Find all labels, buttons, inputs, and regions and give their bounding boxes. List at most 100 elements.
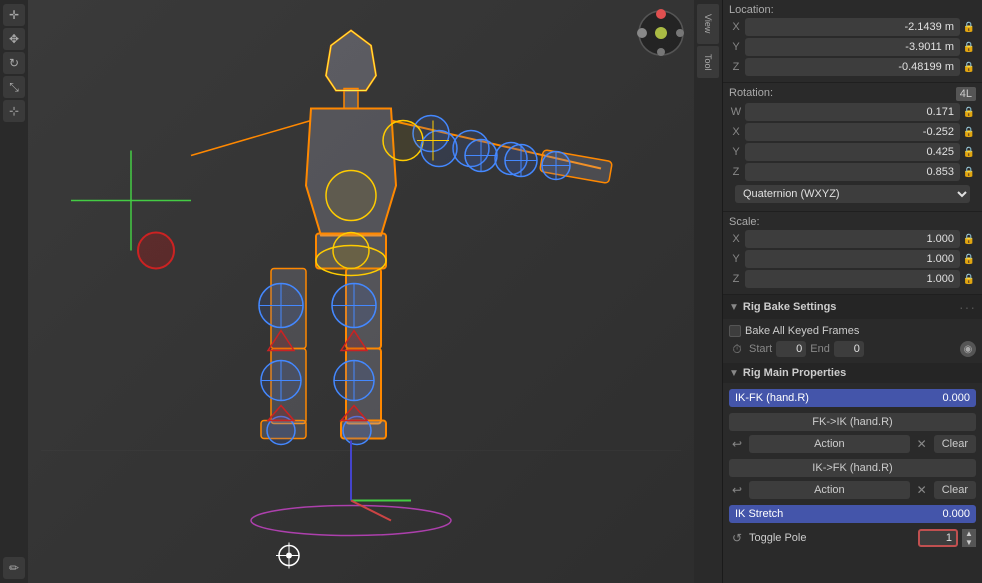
view-btn[interactable]: View bbox=[697, 4, 719, 44]
properties-panel: Location: X 🔒 Y 🔒 Z 🔒 Rotation: 4L bbox=[722, 0, 982, 583]
toggle-pole-down-btn[interactable]: ▼ bbox=[962, 538, 976, 547]
rotation-x-input[interactable] bbox=[745, 123, 960, 141]
right-toolbar: View Tool bbox=[694, 0, 722, 583]
rotation-x-row: X 🔒 bbox=[729, 123, 976, 141]
rig-bake-title: Rig Bake Settings bbox=[743, 301, 837, 313]
scale-y-input[interactable] bbox=[745, 250, 960, 268]
scale-z-row: Z 🔒 bbox=[729, 270, 976, 288]
rotation-y-input[interactable] bbox=[745, 143, 960, 161]
scale-label: Scale: bbox=[729, 216, 976, 228]
toggle-pole-row: ↺ Toggle Pole ▲ ▼ bbox=[723, 527, 982, 549]
action1-row: ↩ Action ✕ Clear bbox=[723, 433, 982, 455]
location-y-row: Y 🔒 bbox=[729, 38, 976, 56]
character-display bbox=[41, 0, 681, 583]
rotation-y-row: Y 🔒 bbox=[729, 143, 976, 161]
rx-axis-label: X bbox=[729, 126, 743, 138]
scale-y-lock[interactable]: 🔒 bbox=[962, 252, 976, 266]
scale-x-lock[interactable]: 🔒 bbox=[962, 232, 976, 246]
location-z-lock[interactable]: 🔒 bbox=[962, 60, 976, 74]
rotation-z-row: Z 🔒 bbox=[729, 163, 976, 181]
scale-z-lock[interactable]: 🔒 bbox=[962, 272, 976, 286]
location-y-lock[interactable]: 🔒 bbox=[962, 40, 976, 54]
action2-icon: ↩ bbox=[729, 482, 745, 498]
ik-fk-label: IK-FK (hand.R) bbox=[735, 392, 809, 404]
rotation-w-lock[interactable]: 🔒 bbox=[962, 105, 976, 119]
rig-main-arrow: ▼ bbox=[729, 368, 739, 379]
rig-bake-arrow: ▼ bbox=[729, 302, 739, 313]
location-section: Location: X 🔒 Y 🔒 Z 🔒 bbox=[723, 0, 982, 83]
location-x-input[interactable] bbox=[745, 18, 960, 36]
annotate-btn[interactable]: ✏ bbox=[3, 557, 25, 579]
action1-button[interactable]: Action bbox=[749, 435, 910, 453]
end-input[interactable] bbox=[834, 341, 864, 357]
tool-btn[interactable]: Tool bbox=[697, 46, 719, 78]
move-tool-btn[interactable]: ✥ bbox=[3, 28, 25, 50]
rig-main-header[interactable]: ▼ Rig Main Properties bbox=[723, 363, 982, 383]
action1-icon: ↩ bbox=[729, 436, 745, 452]
ik-stretch-label: IK Stretch bbox=[735, 508, 783, 520]
rotation-y-lock[interactable]: 🔒 bbox=[962, 145, 976, 159]
action2-button[interactable]: Action bbox=[749, 481, 910, 499]
clock-icon: ⏱ bbox=[729, 341, 745, 357]
rig-bake-header[interactable]: ▼ Rig Bake Settings ··· bbox=[723, 295, 982, 319]
transform-tool-btn[interactable]: ⊹ bbox=[3, 100, 25, 122]
end-label: End bbox=[810, 343, 830, 355]
rotation-section: Rotation: 4L W 🔒 X 🔒 Y 🔒 Z 🔒 bbox=[723, 83, 982, 212]
scene-icon[interactable]: ◉ bbox=[960, 341, 976, 357]
w-axis-label: W bbox=[729, 106, 743, 118]
location-z-input[interactable] bbox=[745, 58, 960, 76]
sx-label: X bbox=[729, 233, 743, 245]
rig-main-content: IK-FK (hand.R) 0.000 FK->IK (hand.R) ↩ A… bbox=[723, 383, 982, 555]
rotation-mode-badge: 4L bbox=[956, 87, 976, 101]
location-y-input[interactable] bbox=[745, 38, 960, 56]
action1-x-button[interactable]: ✕ bbox=[914, 436, 930, 452]
toggle-pole-icon: ↺ bbox=[729, 530, 745, 546]
scale-y-row: Y 🔒 bbox=[729, 250, 976, 268]
action2-clear-button[interactable]: Clear bbox=[934, 481, 976, 499]
toggle-pole-input[interactable] bbox=[918, 529, 958, 547]
ik-stretch-value: 0.000 bbox=[942, 508, 970, 520]
sz-label: Z bbox=[729, 273, 743, 285]
rotation-z-input[interactable] bbox=[745, 163, 960, 181]
scale-x-input[interactable] bbox=[745, 230, 960, 248]
ik-fk-row: IK-FK (hand.R) 0.000 bbox=[723, 387, 982, 409]
action2-x-button[interactable]: ✕ bbox=[914, 482, 930, 498]
nav-gizmo[interactable] bbox=[636, 8, 686, 61]
fk-ik-button[interactable]: FK->IK (hand.R) bbox=[729, 413, 976, 431]
left-toolbar: ✛ ✥ ↻ ⤡ ⊹ ✏ bbox=[0, 0, 28, 583]
rotation-z-lock[interactable]: 🔒 bbox=[962, 165, 976, 179]
y-axis-label: Y bbox=[729, 41, 743, 53]
location-x-lock[interactable]: 🔒 bbox=[962, 20, 976, 34]
location-label: Location: bbox=[729, 4, 976, 16]
ik-stretch-slider[interactable]: IK Stretch 0.000 bbox=[729, 505, 976, 523]
viewport-content[interactable] bbox=[28, 0, 694, 583]
rotate-tool-btn[interactable]: ↻ bbox=[3, 52, 25, 74]
rotation-w-input[interactable] bbox=[745, 103, 960, 121]
rotation-x-lock[interactable]: 🔒 bbox=[962, 125, 976, 139]
bake-all-row: Bake All Keyed Frames bbox=[723, 323, 982, 339]
ik-fk-slider[interactable]: IK-FK (hand.R) 0.000 bbox=[729, 389, 976, 407]
scale-tool-btn[interactable]: ⤡ bbox=[3, 76, 25, 98]
quaternion-select[interactable]: Quaternion (WXYZ) bbox=[735, 185, 970, 203]
action1-clear-button[interactable]: Clear bbox=[934, 435, 976, 453]
ik-stretch-row: IK Stretch 0.000 bbox=[723, 503, 982, 525]
rig-bake-content: Bake All Keyed Frames ⏱ Start End ◉ bbox=[723, 319, 982, 363]
start-input[interactable] bbox=[776, 341, 806, 357]
cursor-tool-btn[interactable]: ✛ bbox=[3, 4, 25, 26]
scale-section: Scale: X 🔒 Y 🔒 Z 🔒 bbox=[723, 212, 982, 295]
viewport-3d[interactable]: ✛ ✥ ↻ ⤡ ⊹ ✏ bbox=[0, 0, 722, 583]
rotation-w-row: W 🔒 bbox=[729, 103, 976, 121]
ik-fk-button[interactable]: IK->FK (hand.R) bbox=[729, 459, 976, 477]
bake-all-checkbox[interactable] bbox=[729, 325, 741, 337]
bake-all-label: Bake All Keyed Frames bbox=[745, 325, 859, 337]
sy-label: Y bbox=[729, 253, 743, 265]
scale-z-input[interactable] bbox=[745, 270, 960, 288]
action2-row: ↩ Action ✕ Clear bbox=[723, 479, 982, 501]
fk-ik-btn-row: FK->IK (hand.R) bbox=[723, 411, 982, 433]
toggle-pole-arrows: ▲ ▼ bbox=[962, 529, 976, 547]
toggle-pole-up-btn[interactable]: ▲ bbox=[962, 529, 976, 538]
z-axis-label: Z bbox=[729, 61, 743, 73]
toggle-pole-label: Toggle Pole bbox=[749, 532, 914, 544]
ik-fk-value: 0.000 bbox=[942, 392, 970, 404]
ry-axis-label: Y bbox=[729, 146, 743, 158]
